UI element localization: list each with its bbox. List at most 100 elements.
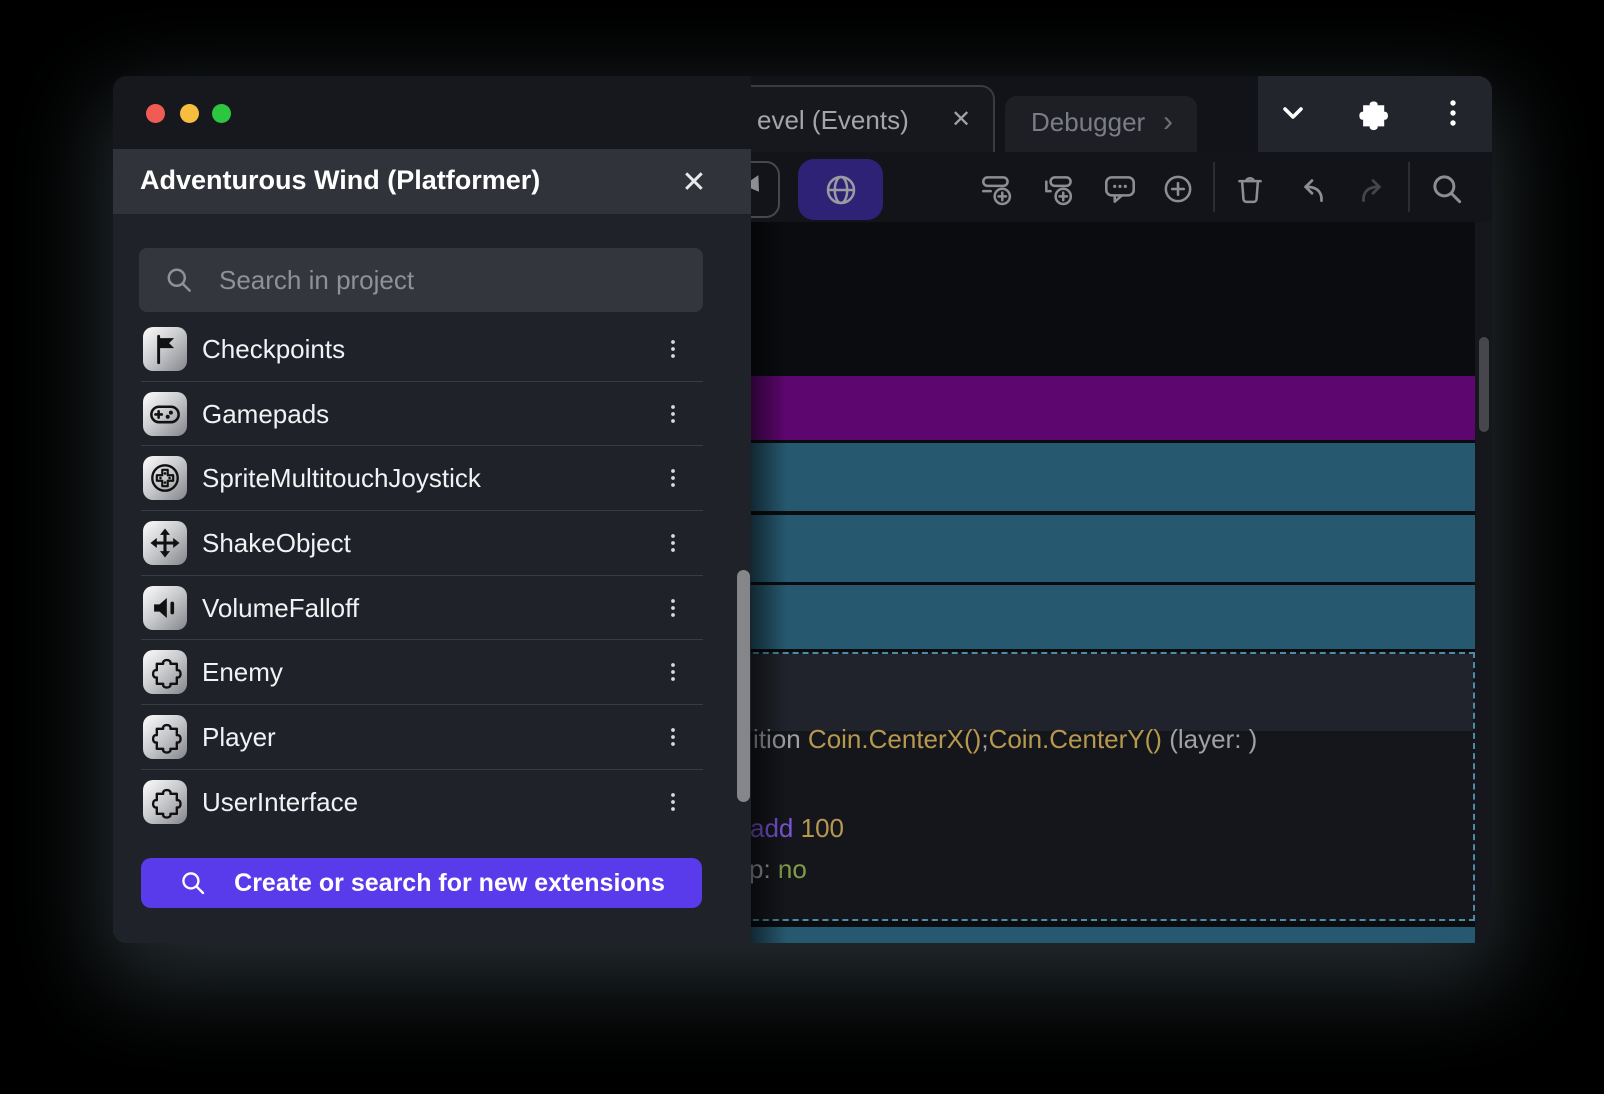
extension-icon <box>143 327 187 371</box>
extension-icon <box>143 715 187 759</box>
kebab-menu-icon <box>659 787 687 817</box>
gamepad-icon <box>145 394 185 434</box>
joystick-icon <box>145 458 185 498</box>
zoom-window-button[interactable] <box>212 104 231 123</box>
item-menu-button[interactable] <box>659 329 687 369</box>
redo-button[interactable] <box>1353 169 1393 209</box>
add-comment-icon <box>1101 170 1139 208</box>
extension-label: SpriteMultitouchJoystick <box>202 463 481 494</box>
extension-icon <box>143 650 187 694</box>
extension-list-item[interactable]: VolumeFalloff <box>113 576 751 641</box>
extensions-button[interactable] <box>1350 91 1394 135</box>
kebab-menu-icon <box>659 657 687 687</box>
puzzle-icon <box>145 782 185 822</box>
delete-button[interactable] <box>1230 169 1270 209</box>
kebab-menu-icon <box>659 593 687 623</box>
extension-label: ShakeObject <box>202 528 351 559</box>
extension-list-item[interactable]: UserInterface <box>113 770 751 835</box>
event-code-line: p: no <box>749 854 807 885</box>
extension-label: VolumeFalloff <box>202 593 359 624</box>
item-menu-button[interactable] <box>659 523 687 563</box>
item-menu-button[interactable] <box>659 588 687 628</box>
drawer-scrollbar-thumb[interactable] <box>737 570 750 802</box>
search-events-button[interactable] <box>1427 169 1467 209</box>
screenshot-stage: evel (Events) ✕ Debugger › <box>0 0 1604 1094</box>
extension-icon <box>143 586 187 630</box>
drawer-header: Adventurous Wind (Platformer) ✕ <box>113 149 751 214</box>
extension-label: Checkpoints <box>202 334 345 365</box>
kebab-menu-icon <box>1435 95 1471 131</box>
tab-close-icon[interactable]: ✕ <box>951 105 971 134</box>
window-controls-zone <box>1258 76 1492 153</box>
kebab-menu-icon <box>659 334 687 364</box>
flag-icon <box>145 329 185 369</box>
create-search-extensions-button[interactable]: Create or search for new extensions <box>141 858 702 908</box>
close-icon[interactable]: ✕ <box>673 161 715 203</box>
puzzle-icon <box>145 652 185 692</box>
add-subevent-button[interactable] <box>1039 169 1079 209</box>
minimize-window-button[interactable] <box>180 104 199 123</box>
extension-icon <box>143 392 187 436</box>
events-scrollbar-track[interactable] <box>1475 222 1492 943</box>
item-menu-button[interactable] <box>659 394 687 434</box>
tab-label: Debugger <box>1031 107 1145 138</box>
add-event-button[interactable] <box>977 169 1017 209</box>
item-menu-button[interactable] <box>659 717 687 757</box>
item-menu-button[interactable] <box>659 782 687 822</box>
extension-list-item[interactable]: Enemy <box>113 640 751 705</box>
chevron-right-icon[interactable]: › <box>1163 105 1173 139</box>
extension-list-item[interactable]: ShakeObject <box>113 511 751 576</box>
item-menu-button[interactable] <box>659 652 687 692</box>
project-search-box[interactable] <box>139 248 703 312</box>
chevron-down-icon <box>1275 95 1311 131</box>
collapse-tabs-button[interactable] <box>1271 91 1315 135</box>
close-window-button[interactable] <box>146 104 165 123</box>
more-menu-button[interactable] <box>1431 91 1475 135</box>
project-manager-drawer: Adventurous Wind (Platformer) ✕ Checkpoi… <box>113 76 751 943</box>
tab-level-events[interactable]: evel (Events) ✕ <box>713 85 995 152</box>
events-scrollbar-thumb[interactable] <box>1479 337 1489 432</box>
selected-event-block[interactable]: ition Coin.CenterX();Coin.CenterY() (lay… <box>713 652 1475 921</box>
extension-label: Player <box>202 722 276 753</box>
extensions-list: Checkpoints Gamepads SpriteMultitouchJoy… <box>113 317 751 835</box>
event-code-line: add 100 <box>750 813 844 844</box>
event-code-line: ition Coin.CenterX();Coin.CenterY() (lay… <box>753 724 1257 755</box>
search-icon <box>163 264 195 296</box>
choose-event-type-button[interactable] <box>1158 169 1198 209</box>
extension-icon <box>143 456 187 500</box>
extension-list-item[interactable]: Player <box>113 705 751 770</box>
extension-list-item[interactable]: Gamepads <box>113 382 751 447</box>
extension-label: Enemy <box>202 657 283 688</box>
add-comment-button[interactable] <box>1100 169 1140 209</box>
extension-icon <box>143 780 187 824</box>
undo-button[interactable] <box>1292 169 1332 209</box>
circle-plus-icon <box>1159 170 1197 208</box>
window-titlebar <box>113 76 751 149</box>
extension-list-item[interactable]: Checkpoints <box>113 317 751 382</box>
extension-label: Gamepads <box>202 399 329 430</box>
undo-icon <box>1293 170 1331 208</box>
globe-icon <box>823 172 859 208</box>
search-icon <box>178 868 208 898</box>
search-input[interactable] <box>219 248 689 312</box>
search-icon <box>1428 170 1466 208</box>
event-conditions-area[interactable] <box>715 654 1473 731</box>
network-preview-button[interactable] <box>798 159 883 220</box>
extension-label: UserInterface <box>202 787 358 818</box>
puzzle-piece-icon <box>1352 93 1392 133</box>
add-subevent-icon <box>1040 170 1078 208</box>
tab-debugger[interactable]: Debugger › <box>1005 96 1197 152</box>
toolbar-divider <box>1408 162 1410 212</box>
cta-label: Create or search for new extensions <box>234 869 665 898</box>
kebab-menu-icon <box>659 528 687 558</box>
item-menu-button[interactable] <box>659 458 687 498</box>
project-title: Adventurous Wind (Platformer) <box>140 165 540 196</box>
tab-label: evel (Events) <box>757 105 909 136</box>
speaker-icon <box>145 588 185 628</box>
kebab-menu-icon <box>659 463 687 493</box>
extension-list-item[interactable]: SpriteMultitouchJoystick <box>113 446 751 511</box>
puzzle-icon <box>145 717 185 757</box>
toolbar-divider <box>1213 162 1215 212</box>
kebab-menu-icon <box>659 722 687 752</box>
trash-icon <box>1231 170 1269 208</box>
